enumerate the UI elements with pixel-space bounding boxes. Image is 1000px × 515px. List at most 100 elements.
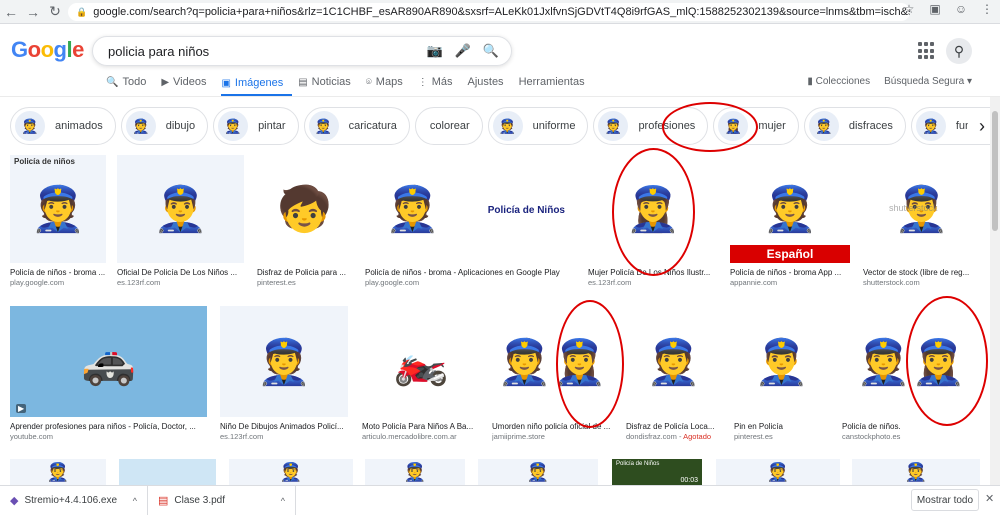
mic-icon[interactable]: 🎤: [455, 43, 471, 59]
account-avatar[interactable]: ⚲: [946, 38, 972, 64]
police-boy-image: 👮‍♂️: [754, 337, 809, 387]
chip-animados[interactable]: 👮 animados: [10, 107, 116, 145]
scrollbar[interactable]: [990, 97, 1000, 485]
tab-maps[interactable]: ⌾ Maps: [366, 72, 412, 92]
image-result[interactable]: 🧒 Disfraz de Policia para ... pinterest.…: [257, 155, 352, 288]
tab-mas[interactable]: ⋮ Más: [418, 72, 462, 92]
video-icon: ▶: [161, 76, 170, 88]
download-bar: ◆ Stremio+4.4.106.exe ^ ▤ Clase 3.pdf ^: [0, 485, 1000, 515]
google-logo[interactable]: Google: [11, 37, 84, 63]
camera-icon[interactable]: 📷: [426, 43, 442, 59]
search-tabs: 🔍 Todo ▶ Videos ▣ Imágenes ▤ Noticias ⌾ Maps …: [106, 72, 600, 96]
image-result[interactable]: [119, 459, 216, 485]
search-box[interactable]: 📷 🎤 🔍: [92, 36, 512, 66]
chip-thumbnail: 👮: [915, 111, 946, 141]
forward-icon[interactable]: →: [22, 1, 44, 23]
chevron-up-icon[interactable]: ^: [281, 496, 285, 506]
close-icon[interactable]: ✕: [985, 492, 994, 505]
image-result[interactable]: 🏍️ Moto Policía Para Niños A Ba... artic…: [362, 306, 480, 442]
chip-thumbnail: 👮: [15, 111, 45, 141]
image-result[interactable]: 👮: [716, 459, 840, 485]
chip-dibujo[interactable]: 👮 dibujo: [120, 107, 209, 145]
image-result[interactable]: 👮‍♀️ Mujer Policía De Los Niños Ilustr..…: [588, 155, 718, 288]
tab-herramientas[interactable]: Herramientas: [519, 72, 594, 92]
police-boy-image: 👮: [30, 185, 86, 234]
police-girl-image: 👮‍♀️: [625, 185, 681, 234]
chip-mujer[interactable]: 👮‍♀️ mujer: [713, 107, 799, 145]
download-item[interactable]: ◆ Stremio+4.4.106.exe ^: [0, 485, 148, 515]
related-chips: 👮 animados 👮 dibujo 👮 pintar 👮 caricatura co…: [10, 107, 1000, 145]
show-all-button[interactable]: Mostrar todo: [911, 489, 979, 511]
play-icon: ▶: [16, 404, 27, 413]
image-result[interactable]: 👮👮‍♀️ Policía de niños. canstockphoto.es: [842, 306, 980, 442]
chip-thumbnail: 👮‍♀️: [718, 111, 749, 141]
search-icon: 🔍: [106, 76, 119, 88]
image-result[interactable]: 👮: [229, 459, 353, 485]
image-result[interactable]: 👮: [478, 459, 598, 485]
image-result[interactable]: 👮‍♂️ shutterstock Vector de stock (libre …: [863, 155, 980, 288]
police-kids-image: 👮👮‍♀️: [497, 337, 607, 387]
chip-thumbnail: 👮: [308, 111, 339, 141]
browser-toolbar: ← → ↻ 🔒 google.com/search?q=policia+para…: [0, 0, 1000, 24]
pdf-icon: ▤: [158, 495, 169, 507]
extension-icon[interactable]: ▣: [926, 2, 944, 16]
image-result[interactable]: 👮: [852, 459, 980, 485]
scrollbar-thumb[interactable]: [992, 111, 998, 231]
profile-icon[interactable]: ☺: [952, 2, 970, 16]
image-result[interactable]: 👮 Niño De Dibujos Animados Policí... es.…: [220, 306, 348, 442]
chip-caricatura[interactable]: 👮 caricatura: [303, 107, 410, 145]
video-result[interactable]: Policía de Niños 00:03: [612, 459, 702, 485]
url-text: google.com/search?q=policia+para+niños&r…: [93, 6, 910, 18]
safe-search-link[interactable]: Búsqueda Segura ▾: [884, 76, 972, 87]
police-boy-image: 👮: [762, 185, 818, 234]
image-result[interactable]: 👮 Policía de Niños Policía de niños - bro…: [365, 155, 575, 288]
image-icon: ▣: [221, 77, 231, 89]
chip-disfraces[interactable]: 👮 disfraces: [803, 107, 906, 145]
chip-pintar[interactable]: 👮 pintar: [213, 107, 299, 145]
image-result[interactable]: Policía de niños 👮 Policía de niños - bro…: [10, 155, 106, 288]
lock-icon: 🔒: [76, 6, 88, 17]
police-car-image: 🚓: [81, 337, 136, 387]
image-result[interactable]: 👮 Disfraz de Policía Loca... dondisfraz.…: [626, 306, 721, 442]
image-result[interactable]: 👮: [10, 459, 106, 485]
tab-ajustes[interactable]: Ajustes: [467, 72, 512, 92]
tab-videos[interactable]: ▶ Videos: [161, 72, 215, 92]
chip-colorear[interactable]: colorear: [414, 107, 483, 145]
collections-link[interactable]: ▮ Colecciones: [807, 76, 870, 87]
chip-uniforme[interactable]: 👮 uniforme: [487, 107, 589, 145]
url-bar[interactable]: 🔒 google.com/search?q=policia+para+niños…: [68, 3, 910, 21]
search-icon[interactable]: 🔍: [483, 43, 499, 59]
pin-icon: ⌾: [365, 76, 372, 88]
police-kids-image: 👮👮‍♀️: [856, 337, 966, 387]
police-costume-image: 🧒: [277, 185, 332, 234]
video-result[interactable]: 🚓 ▶ Aprender profesiones para niños - Pol…: [10, 306, 207, 442]
chip-thumbnail: 👮: [218, 111, 249, 141]
chevron-up-icon[interactable]: ^: [133, 496, 137, 506]
police-boy-image: 👮: [256, 337, 312, 387]
chip-thumbnail: 👮: [598, 111, 629, 141]
chip-thumbnail: 👮: [125, 111, 156, 141]
image-result[interactable]: 👮‍♂️ Oficial De Policía De Los Niños ...…: [117, 155, 244, 288]
tab-noticias[interactable]: ▤ Noticias: [298, 72, 360, 92]
image-result[interactable]: 👮 Español Policía de niños - broma App ..…: [730, 155, 850, 288]
chip-profesiones[interactable]: 👮 profesiones: [593, 107, 709, 145]
news-icon: ▤: [298, 76, 308, 88]
tab-todo[interactable]: 🔍 Todo: [106, 72, 155, 92]
menu-icon[interactable]: ⋮: [978, 2, 996, 16]
star-icon[interactable]: ☆: [900, 2, 918, 16]
chip-thumbnail: 👮: [492, 111, 523, 141]
installer-icon: ◆: [10, 495, 19, 507]
police-costume-image: 👮: [646, 337, 701, 387]
police-motorcycle-image: 🏍️: [393, 337, 449, 387]
image-result[interactable]: 👮👮‍♀️ Umorden niño policía oficial de ..…: [492, 306, 612, 442]
police-boy-image: 👮: [385, 185, 440, 234]
download-item[interactable]: ▤ Clase 3.pdf ^: [148, 485, 296, 515]
police-boy-image: 👮‍♂️: [153, 185, 208, 234]
back-icon[interactable]: ←: [0, 1, 22, 23]
apps-grid-icon[interactable]: [918, 42, 936, 60]
tab-imagenes[interactable]: ▣ Imágenes: [221, 72, 293, 96]
image-result[interactable]: 👮: [365, 459, 465, 485]
reload-icon[interactable]: ↻: [44, 1, 66, 23]
search-input[interactable]: [108, 43, 428, 59]
image-result[interactable]: 👮‍♂️ Pin en Policía pinterest.es: [734, 306, 829, 442]
